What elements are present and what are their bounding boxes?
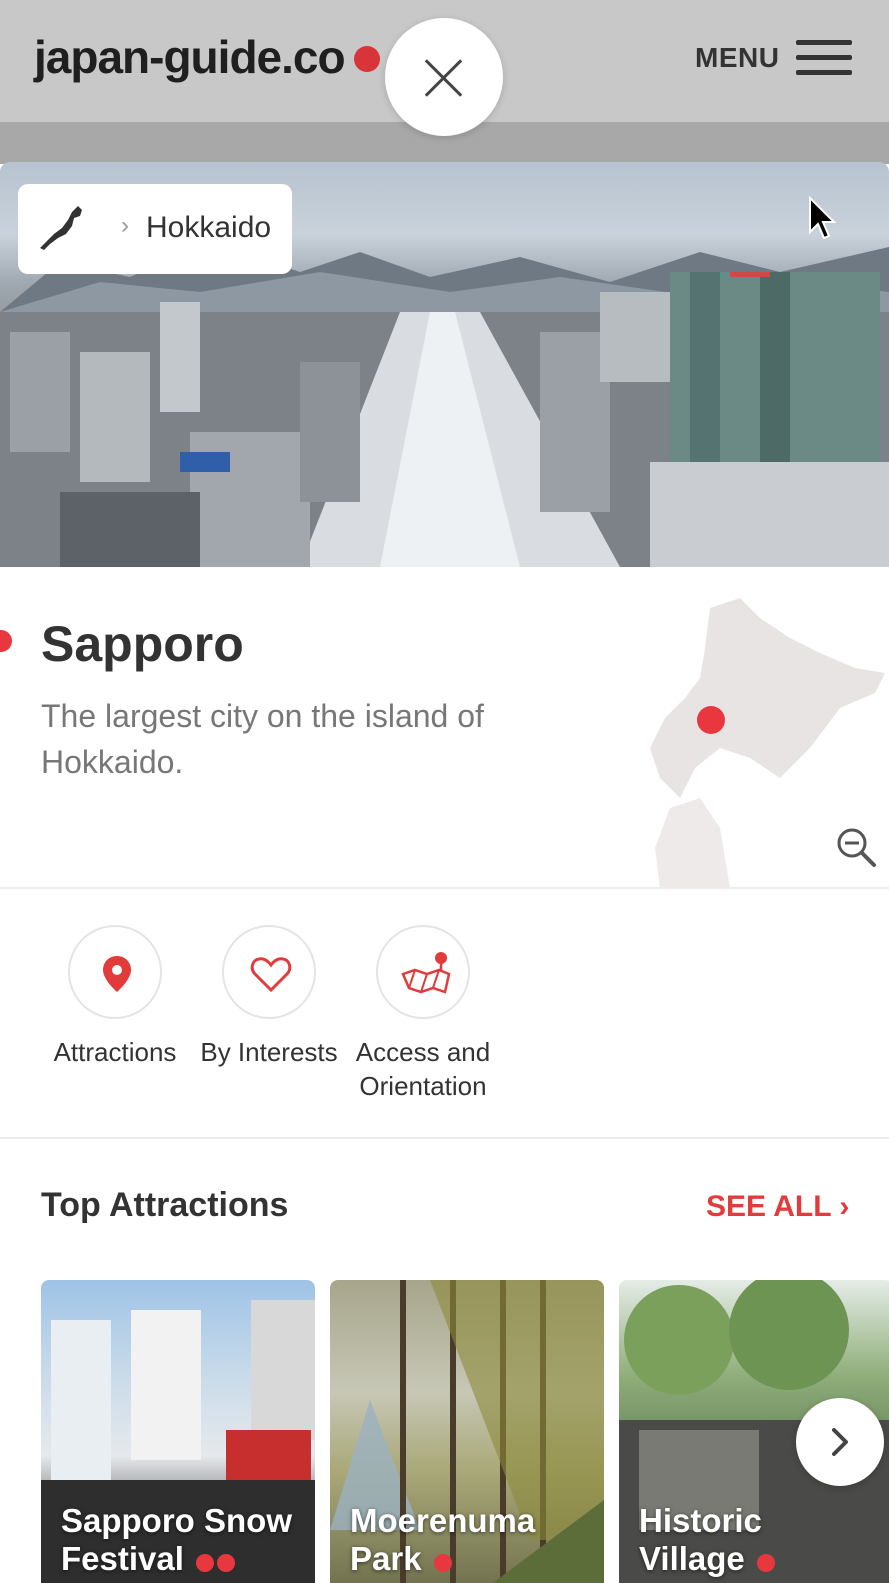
nav-access-label: Access and Orientation xyxy=(355,1037,491,1101)
page-title: Sapporo xyxy=(41,616,244,672)
attractions-carousel: Sapporo Snow Festival Moerenuma Park His… xyxy=(41,1280,889,1583)
city-location-dot xyxy=(697,706,725,734)
see-all-link[interactable]: SEE ALL › xyxy=(706,1190,849,1224)
nav-attractions-circle[interactable] xyxy=(68,925,162,1019)
chevron-right-icon xyxy=(832,1428,848,1456)
attraction-card-moerenuma-park[interactable]: Moerenuma Park xyxy=(330,1280,604,1583)
category-nav: Attractions By Interests Access and Orie… xyxy=(0,889,889,1139)
hamburger-menu-icon[interactable] xyxy=(796,40,852,76)
mouse-cursor-icon xyxy=(809,196,837,240)
map-icon xyxy=(401,952,451,994)
nav-by-interests-label: By Interests xyxy=(200,1037,338,1067)
rating-dots xyxy=(431,1542,452,1580)
attraction-card-title: Moerenuma Park xyxy=(350,1502,600,1580)
attraction-card-snow-festival[interactable]: Sapporo Snow Festival xyxy=(41,1280,315,1583)
nav-by-interests-circle[interactable] xyxy=(222,925,316,1019)
rating-dots xyxy=(754,1542,775,1580)
japan-map-icon[interactable] xyxy=(38,204,86,254)
rating-dots xyxy=(193,1542,236,1580)
nav-attractions[interactable]: Attractions xyxy=(40,925,190,1069)
menu-label[interactable]: MENU xyxy=(695,42,779,74)
breadcrumb[interactable]: › Hokkaido xyxy=(18,184,292,274)
nav-attractions-label: Attractions xyxy=(53,1037,177,1067)
section-title-top-attractions: Top Attractions xyxy=(41,1186,289,1224)
nav-by-interests[interactable]: By Interests xyxy=(194,925,344,1069)
attraction-card-title: Sapporo Snow Festival xyxy=(61,1502,311,1580)
location-pin-icon xyxy=(103,956,131,992)
close-button[interactable] xyxy=(385,18,503,136)
attraction-card-title: Historic Village xyxy=(639,1502,889,1580)
zoom-out-icon[interactable] xyxy=(835,826,877,868)
site-logo[interactable]: japan-guide.co xyxy=(34,30,346,84)
breadcrumb-separator: › xyxy=(121,212,129,239)
carousel-next-button[interactable] xyxy=(796,1398,884,1486)
logo-red-dot xyxy=(354,46,380,72)
city-skyline-graphic xyxy=(0,272,889,567)
nav-access-orientation[interactable]: Access and Orientation xyxy=(348,925,498,1103)
nav-access-circle[interactable] xyxy=(376,925,470,1019)
city-description: The largest city on the island of Hokkai… xyxy=(41,698,484,780)
breadcrumb-current[interactable]: Hokkaido xyxy=(146,211,271,245)
heart-icon xyxy=(250,957,292,993)
